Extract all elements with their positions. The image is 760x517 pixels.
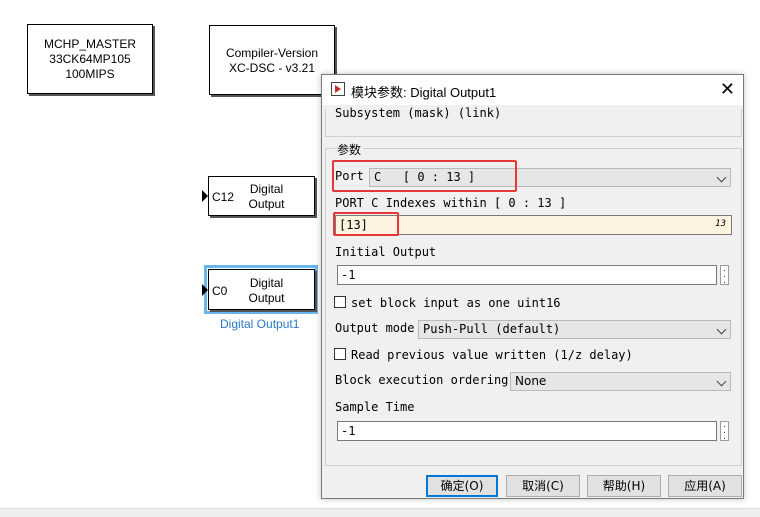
initial-output-label: Initial Output — [335, 245, 437, 259]
block-parameters-dialog: 模块参数: Digital Output1 ✕ Subsystem (mask)… — [321, 74, 744, 499]
master-line3: 100MIPS — [65, 67, 115, 81]
master-line1: MCHP_MASTER — [43, 37, 136, 51]
block-execution-label: Block execution ordering — [335, 373, 509, 387]
sample-time-value: -1 — [341, 424, 356, 438]
port-label-c12: C12 — [212, 190, 235, 204]
indexes-label: PORT C Indexes within [ 0 : 13 ] — [335, 196, 567, 210]
subsystem-description: Subsystem (mask) (link) — [335, 106, 502, 120]
chevron-down-icon — [716, 324, 727, 335]
indexes-hint: 13 — [715, 219, 726, 229]
mchp-master-block[interactable]: MCHP_MASTER 33CK64MP105 100MIPS — [27, 24, 153, 94]
dialog-titlebar[interactable]: 模块参数: Digital Output1 ✕ — [322, 75, 743, 105]
parameters-group-label: 参数 — [335, 141, 364, 158]
initial-output-value: -1 — [341, 268, 356, 282]
output-mode-label: Output mode — [335, 321, 415, 335]
compiler-line1: Compiler-Version — [225, 46, 319, 60]
compiler-line2: XC-DSC - v3.21 — [228, 61, 316, 75]
simulink-block-icon — [331, 82, 345, 96]
ok-button[interactable]: 确定(O) — [426, 475, 498, 497]
digital-output-c0-block[interactable]: C0 Digital Output — [208, 269, 315, 310]
apply-button[interactable]: 应用(A) — [668, 475, 742, 497]
master-line2: 33CK64MP105 — [49, 52, 131, 66]
dialog-title: 模块参数: Digital Output1 — [351, 85, 497, 100]
block-name-label[interactable]: Digital Output1 — [220, 317, 299, 331]
port-label-c0: C0 — [212, 284, 228, 298]
read-previous-label: Read previous value written (1/z delay) — [351, 348, 633, 362]
chevron-down-icon — [716, 376, 727, 387]
initial-output-input[interactable]: -1 — [337, 265, 717, 285]
help-button[interactable]: 帮助(H) — [587, 475, 661, 497]
indexes-highlight-box — [333, 212, 399, 236]
port-highlight-box — [332, 160, 517, 192]
block-execution-dropdown[interactable]: None — [510, 372, 731, 391]
sample-time-label: Sample Time — [335, 400, 415, 414]
set-block-input-label: set block input as one uint16 — [351, 296, 561, 310]
more-options-icon[interactable]: · · · — [720, 265, 729, 288]
output-mode-dropdown[interactable]: Push-Pull (default) — [418, 320, 731, 339]
read-previous-checkbox[interactable] — [334, 348, 346, 360]
output-mode-value: Push-Pull (default) — [423, 322, 561, 336]
more-options-icon[interactable]: · · · — [720, 421, 729, 444]
chevron-down-icon — [716, 172, 727, 183]
compiler-version-block[interactable]: Compiler-Version XC-DSC - v3.21 — [209, 25, 335, 95]
block-execution-value: None — [515, 374, 547, 388]
cancel-button[interactable]: 取消(C) — [506, 475, 580, 497]
digital-output-c12-block[interactable]: C12 Digital Output — [208, 176, 315, 216]
close-icon[interactable]: ✕ — [720, 79, 735, 99]
set-block-input-checkbox[interactable] — [334, 296, 346, 308]
sample-time-input[interactable]: -1 — [337, 421, 717, 441]
